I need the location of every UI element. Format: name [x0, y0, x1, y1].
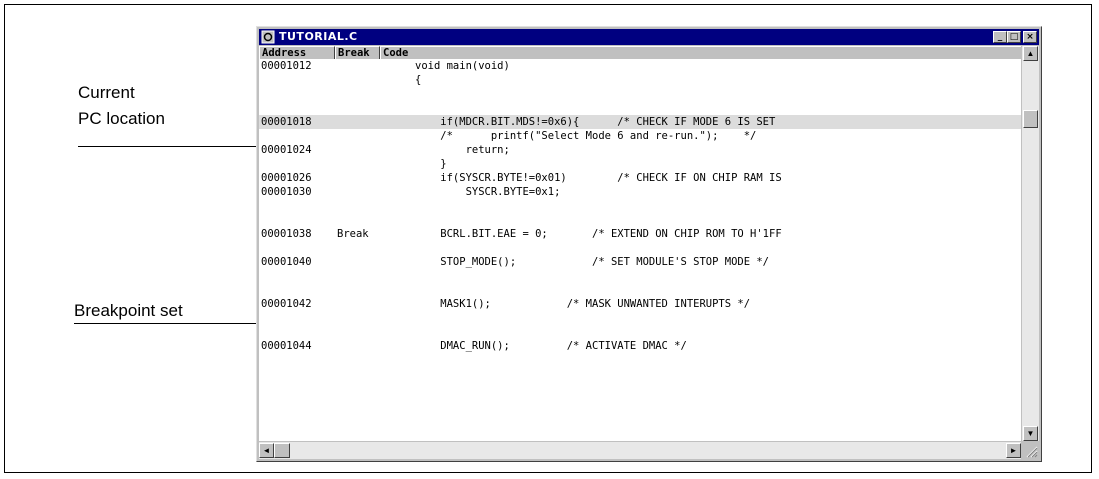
close-button[interactable]: × — [1023, 31, 1037, 43]
row-source-code: BCRL.BIT.EAE = 0; /* EXTEND ON CHIP ROM … — [415, 228, 782, 240]
current-pc-row[interactable]: 00001018 if(MDCR.BIT.MDS!=0x6){ /* CHECK… — [259, 115, 1021, 129]
code-row[interactable]: 00001030 SYSCR.BYTE=0x1; — [259, 185, 1021, 199]
code-row[interactable] — [259, 241, 1021, 255]
vertical-scrollbar[interactable]: ▲ ▼ — [1021, 46, 1039, 441]
code-row[interactable]: 00001038 Break BCRL.BIT.EAE = 0; /* EXTEN… — [259, 227, 1021, 241]
current-pc-callout: Current PC location — [78, 80, 165, 132]
source-window: TUTORIAL.C _ □ × Address Break Code 0000… — [256, 26, 1042, 462]
row-address: 00001038 — [261, 228, 312, 240]
code-row[interactable]: { — [259, 73, 1021, 87]
row-source-code: return; — [415, 144, 510, 156]
row-address: 00001040 — [261, 256, 312, 268]
row-address: 00001012 — [261, 60, 312, 72]
code-row[interactable] — [259, 199, 1021, 213]
row-address: 00001044 — [261, 340, 312, 352]
code-row[interactable] — [259, 311, 1021, 325]
code-row[interactable]: 00001044 DMAC_RUN(); /* ACTIVATE DMAC */ — [259, 339, 1021, 353]
code-row[interactable]: /* printf("Select Mode 6 and re-run."); … — [259, 129, 1021, 143]
current-pc-leader-line — [78, 146, 260, 147]
row-source-code: if(SYSCR.BYTE!=0x01) /* CHECK IF ON CHIP… — [415, 172, 782, 184]
row-break-marker[interactable]: Break — [337, 227, 369, 241]
row-source-code: if(MDCR.BIT.MDS!=0x6){ /* CHECK IF MODE … — [415, 116, 776, 128]
row-source-code: { — [415, 74, 422, 86]
row-source-code: MASK1(); /* MASK UNWANTED INTERUPTS */ — [415, 298, 751, 310]
column-header: Address Break Code — [259, 46, 1021, 59]
code-row[interactable] — [259, 269, 1021, 283]
code-column-header[interactable]: Code — [380, 46, 1021, 59]
row-source-code: } — [415, 158, 447, 170]
row-source-code: STOP_MODE(); /* SET MODULE'S STOP MODE *… — [415, 256, 770, 268]
scroll-up-button[interactable]: ▲ — [1023, 46, 1038, 61]
breakpoint-callout: Breakpoint set — [74, 301, 183, 320]
code-view: Address Break Code 00001012 void main(voi… — [259, 46, 1039, 459]
code-row[interactable]: 00001024 return; — [259, 143, 1021, 157]
row-source-code: void main(void) — [415, 60, 510, 72]
code-row[interactable]: } — [259, 157, 1021, 171]
row-address: 00001042 — [261, 298, 312, 310]
resize-grip-icon[interactable] — [1021, 441, 1039, 459]
code-row[interactable]: 00001040 STOP_MODE(); /* SET MODULE'S ST… — [259, 255, 1021, 269]
current-pc-label-line1: Current — [78, 83, 135, 102]
c-source-file-icon — [261, 30, 275, 44]
scroll-right-button[interactable]: ► — [1006, 443, 1021, 458]
row-address: 00001018 — [261, 116, 312, 128]
row-address: 00001026 — [261, 172, 312, 184]
horizontal-scroll-thumb[interactable] — [274, 443, 290, 458]
row-source-code: /* printf("Select Mode 6 and re-run."); … — [415, 130, 757, 142]
break-column-header[interactable]: Break — [335, 46, 380, 59]
code-row[interactable]: 00001012 void main(void) — [259, 59, 1021, 73]
row-address: 00001030 — [261, 186, 312, 198]
minimize-button[interactable]: _ — [993, 31, 1007, 43]
scroll-left-button[interactable]: ◄ — [259, 443, 274, 458]
current-pc-label-line2: PC location — [78, 109, 165, 128]
title-bar[interactable]: TUTORIAL.C _ □ × — [259, 29, 1039, 45]
vertical-scroll-thumb[interactable] — [1023, 110, 1038, 128]
code-row[interactable] — [259, 89, 1021, 103]
address-column-header[interactable]: Address — [259, 46, 335, 59]
row-source-code: DMAC_RUN(); /* ACTIVATE DMAC */ — [415, 340, 687, 352]
row-address: 00001024 — [261, 144, 312, 156]
window-title: TUTORIAL.C — [279, 30, 358, 43]
code-row[interactable]: 00001042 MASK1(); /* MASK UNWANTED INTER… — [259, 297, 1021, 311]
row-source-code: SYSCR.BYTE=0x1; — [415, 186, 561, 198]
scroll-down-button[interactable]: ▼ — [1023, 426, 1038, 441]
horizontal-scrollbar[interactable]: ◄ ► — [259, 441, 1021, 459]
maximize-button[interactable]: □ — [1007, 31, 1021, 43]
code-row[interactable]: 00001026 if(SYSCR.BYTE!=0x01) /* CHECK I… — [259, 171, 1021, 185]
source-listing: 00001012 void main(void) {00001018 if(MDCR… — [259, 59, 1021, 441]
